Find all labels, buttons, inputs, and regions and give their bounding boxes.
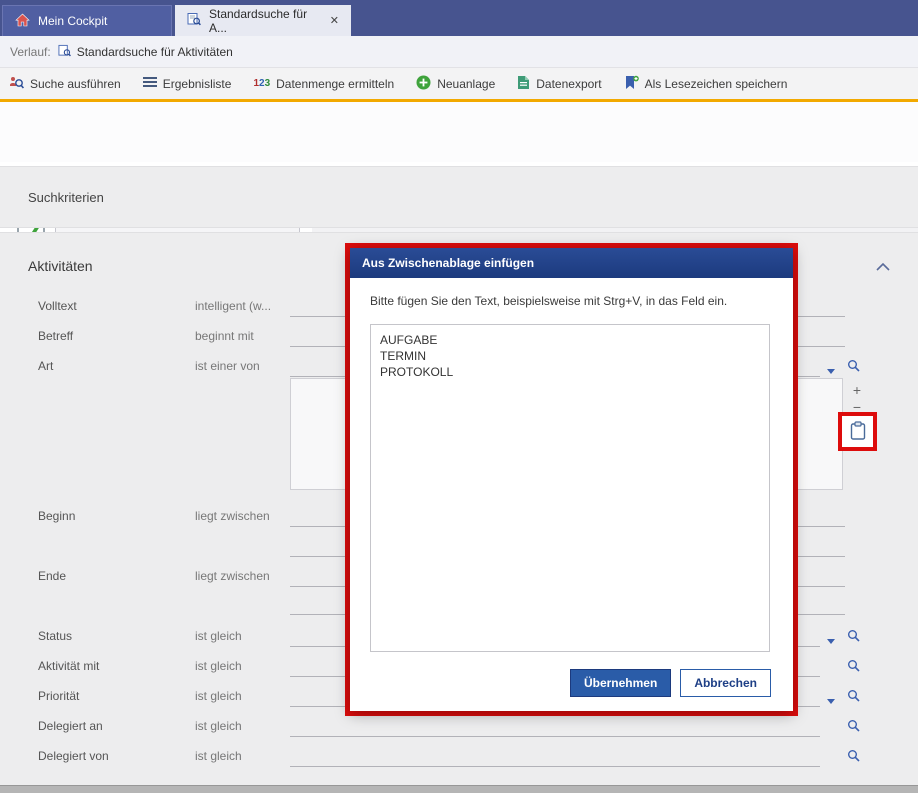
search-icon[interactable] xyxy=(847,659,860,675)
criteria-row-delegiert-an: Delegiert an ist gleich xyxy=(0,713,918,741)
history-item-label: Standardsuche für Aktivitäten xyxy=(77,45,233,59)
tab-bar: Mein Cockpit Standardsuche für A... ✕ xyxy=(0,0,918,36)
search-icon[interactable] xyxy=(847,629,860,645)
operator-select[interactable]: liegt zwischen xyxy=(195,509,270,523)
operator-select[interactable]: ist gleich xyxy=(195,689,242,703)
search-form-icon xyxy=(58,44,71,60)
save-bookmark-button[interactable]: Als Lesezeichen speichern xyxy=(624,75,788,93)
export-document-icon xyxy=(517,75,530,93)
add-icon[interactable]: + xyxy=(850,382,864,398)
toolbar: Suche ausführen Ergebnisliste 123 Datenm… xyxy=(0,68,918,99)
new-record-button[interactable]: Neuanlage xyxy=(416,75,495,93)
new-record-label: Neuanlage xyxy=(437,77,495,91)
save-bookmark-label: Als Lesezeichen speichern xyxy=(645,77,788,91)
app-window: Mein Cockpit Standardsuche für A... ✕ Ve… xyxy=(0,0,918,793)
activities-title: Aktivitäten xyxy=(28,258,93,274)
field-label: Delegiert von xyxy=(38,749,109,763)
history-item[interactable]: Standardsuche für Aktivitäten xyxy=(58,44,233,60)
search-icon[interactable] xyxy=(847,719,860,735)
run-search-button[interactable]: Suche ausführen xyxy=(8,75,121,93)
annotation-box-clipboard xyxy=(838,412,877,451)
run-search-icon xyxy=(8,75,24,93)
count-icon: 123 xyxy=(253,79,270,89)
data-export-label: Datenexport xyxy=(536,77,601,91)
operator-select[interactable]: ist einer von xyxy=(195,359,260,373)
field-label: Art xyxy=(38,359,53,373)
field-label: Delegiert an xyxy=(38,719,103,733)
delegiert-an-input[interactable] xyxy=(290,713,820,737)
operator-select[interactable]: ist gleich xyxy=(195,719,242,733)
chevron-up-icon[interactable] xyxy=(876,260,890,274)
search-icon[interactable] xyxy=(847,689,860,705)
field-label: Volltext xyxy=(38,299,77,313)
data-export-button[interactable]: Datenexport xyxy=(517,75,601,93)
dialog-buttons: Übernehmen Abbrechen xyxy=(570,669,771,697)
operator-select[interactable]: intelligent (w... xyxy=(195,299,271,313)
plus-circle-icon xyxy=(416,75,431,93)
criteria-title: Suchkriterien xyxy=(28,190,104,205)
delegiert-von-input[interactable] xyxy=(290,743,820,767)
result-list-button[interactable]: Ergebnisliste xyxy=(143,76,232,91)
tab-label: Mein Cockpit xyxy=(38,14,107,28)
paste-from-clipboard-button[interactable] xyxy=(850,421,866,443)
bookmark-add-icon xyxy=(624,75,639,93)
run-search-label: Suche ausführen xyxy=(30,77,121,91)
list-icon xyxy=(143,76,157,91)
tab-label: Standardsuche für A... xyxy=(209,7,322,35)
search-icon[interactable] xyxy=(847,359,860,375)
count-records-button[interactable]: 123 Datenmenge ermitteln xyxy=(253,77,394,91)
field-label: Betreff xyxy=(38,329,73,343)
clipboard-textarea[interactable]: AUFGABE TERMIN PROTOKOLL xyxy=(370,324,770,652)
history-label: Verlauf: xyxy=(10,45,51,59)
dialog-title: Aus Zwischenablage einfügen xyxy=(362,256,534,270)
field-label: Ende xyxy=(38,569,66,583)
search-form-icon xyxy=(187,12,201,29)
chevron-down-icon[interactable] xyxy=(827,633,835,647)
criteria-row-delegiert-von: Delegiert von ist gleich xyxy=(0,743,918,771)
chevron-down-icon[interactable] xyxy=(827,363,835,377)
dialog-instruction: Bitte fügen Sie den Text, beispielsweise… xyxy=(350,278,793,308)
search-icon[interactable] xyxy=(847,749,860,765)
chevron-down-icon[interactable] xyxy=(827,693,835,707)
operator-select[interactable]: ist gleich xyxy=(195,749,242,763)
result-list-label: Ergebnisliste xyxy=(163,77,232,91)
search-selection-row: Suche auswählen Standardsuche für Aktivi… xyxy=(0,102,918,162)
apply-button[interactable]: Übernehmen xyxy=(570,669,671,697)
paste-dialog: Aus Zwischenablage einfügen Bitte fügen … xyxy=(350,248,793,711)
count-records-label: Datenmenge ermitteln xyxy=(276,77,394,91)
tab-mein-cockpit[interactable]: Mein Cockpit xyxy=(2,5,172,36)
dialog-title-bar: Aus Zwischenablage einfügen xyxy=(350,248,793,278)
field-label: Aktivität mit xyxy=(38,659,99,673)
operator-select[interactable]: ist gleich xyxy=(195,659,242,673)
field-label: Status xyxy=(38,629,72,643)
horizontal-scrollbar[interactable] xyxy=(0,785,918,793)
home-icon xyxy=(15,13,30,30)
tab-standardsuche[interactable]: Standardsuche für A... ✕ xyxy=(175,5,351,36)
field-label: Priorität xyxy=(38,689,79,703)
cancel-button[interactable]: Abbrechen xyxy=(680,669,771,697)
operator-select[interactable]: beginnt mit xyxy=(195,329,254,343)
field-label: Beginn xyxy=(38,509,75,523)
criteria-section-header: Suchkriterien xyxy=(0,166,918,228)
operator-select[interactable]: ist gleich xyxy=(195,629,242,643)
operator-select[interactable]: liegt zwischen xyxy=(195,569,270,583)
dialog-body: Bitte fügen Sie den Text, beispielsweise… xyxy=(350,278,793,711)
annotation-box-dialog: Aus Zwischenablage einfügen Bitte fügen … xyxy=(345,243,798,716)
close-icon[interactable]: ✕ xyxy=(330,14,339,27)
history-bar: Verlauf: Standardsuche für Aktivitäten xyxy=(0,36,918,68)
